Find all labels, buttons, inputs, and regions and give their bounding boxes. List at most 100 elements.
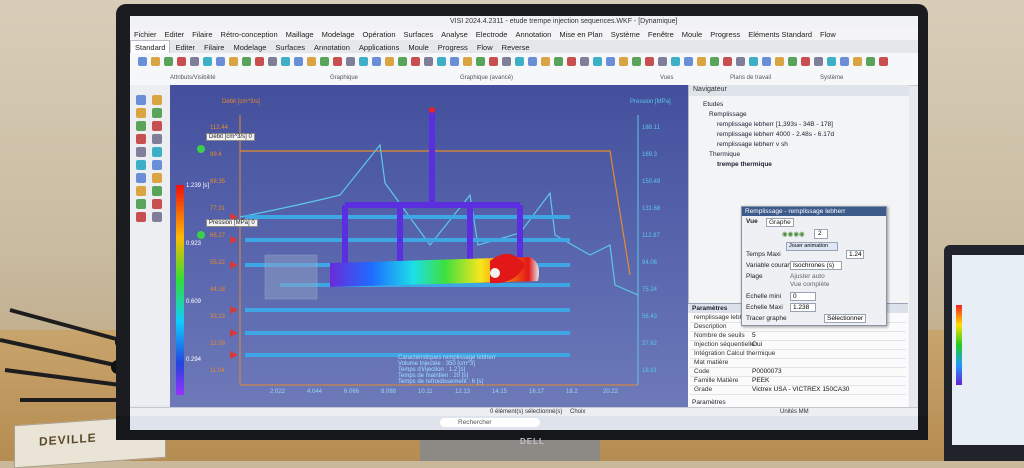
variable-select[interactable]: Isochrones (s) xyxy=(790,261,842,270)
ribbon-tool-icon[interactable] xyxy=(528,57,537,66)
ribbon-tool-icon[interactable] xyxy=(320,57,329,66)
echelle-maxi-field[interactable]: 1.238 xyxy=(790,303,816,312)
tool-icon[interactable] xyxy=(136,160,146,170)
ribbon-tool-icon[interactable] xyxy=(749,57,758,66)
menu-item[interactable]: Système xyxy=(611,30,640,39)
ribbon-tool-icon[interactable] xyxy=(801,57,810,66)
ribbon-tool-icon[interactable] xyxy=(788,57,797,66)
play-icon[interactable]: ◉◉◉◉ xyxy=(782,231,805,238)
tool-icon[interactable] xyxy=(152,186,162,196)
ribbon-tool-icon[interactable] xyxy=(632,57,641,66)
ribbon-tool-icon[interactable] xyxy=(658,57,667,66)
ribbon-tool-icon[interactable] xyxy=(736,57,745,66)
tool-icon[interactable] xyxy=(152,147,162,157)
ribbon-tool-icon[interactable] xyxy=(333,57,342,66)
ribbon-tool-icon[interactable] xyxy=(346,57,355,66)
menu-item[interactable]: Maillage xyxy=(286,30,314,39)
ribbon-tool-icon[interactable] xyxy=(827,57,836,66)
ribbon-tool-icon[interactable] xyxy=(463,57,472,66)
tool-icon[interactable] xyxy=(136,134,146,144)
ribbon-tool-icon[interactable] xyxy=(775,57,784,66)
tool-icon[interactable] xyxy=(152,95,162,105)
ribbon-tool-icon[interactable] xyxy=(385,57,394,66)
ribbon-tool-icon[interactable] xyxy=(710,57,719,66)
option-vue-complete[interactable]: Vue complète xyxy=(790,281,830,288)
menu-item[interactable]: Rétro-conception xyxy=(221,30,278,39)
tool-icon[interactable] xyxy=(136,147,146,157)
tree-item[interactable]: Etudes xyxy=(703,101,723,108)
tree-item[interactable]: Thermique xyxy=(709,151,740,158)
ribbon-tool-icon[interactable] xyxy=(476,57,485,66)
ribbon-tool-icon[interactable] xyxy=(593,57,602,66)
ribbon-tool-icon[interactable] xyxy=(372,57,381,66)
tree-item[interactable]: Remplissage xyxy=(709,111,747,118)
ribbon-tool-icon[interactable] xyxy=(853,57,862,66)
menu-item[interactable]: Modelage xyxy=(322,30,355,39)
taskbar-search[interactable]: Rechercher xyxy=(440,418,540,427)
select-button[interactable]: Sélectionner xyxy=(824,314,866,323)
temps-field[interactable]: 1.24 xyxy=(846,250,864,259)
tool-icon[interactable] xyxy=(152,199,162,209)
tool-icon[interactable] xyxy=(152,121,162,131)
ribbon-tool-icon[interactable] xyxy=(268,57,277,66)
ribbon-tool-icon[interactable] xyxy=(398,57,407,66)
menu-item[interactable]: Fenêtre xyxy=(648,30,674,39)
ribbon-tool-icon[interactable] xyxy=(723,57,732,66)
ribbon-tool-icon[interactable] xyxy=(515,57,524,66)
ribbon-tool-icon[interactable] xyxy=(255,57,264,66)
option-ajuster[interactable]: Ajuster auto xyxy=(790,273,825,280)
tool-icon[interactable] xyxy=(136,212,146,222)
tree-item[interactable]: remplissage lebherr 4000 - 2.48s - 6.17d xyxy=(717,131,834,138)
ribbon-tool-icon[interactable] xyxy=(229,57,238,66)
menu-item[interactable]: Electrode xyxy=(476,30,508,39)
ribbon-tool-icon[interactable] xyxy=(567,57,576,66)
ribbon-tool-icon[interactable] xyxy=(242,57,251,66)
tool-icon[interactable] xyxy=(152,212,162,222)
ribbon-tool-icon[interactable] xyxy=(281,57,290,66)
menu-item[interactable]: Progress xyxy=(710,30,740,39)
ribbon-tool-icon[interactable] xyxy=(606,57,615,66)
tab-vue[interactable]: Vue xyxy=(746,218,758,225)
ribbon-tool-icon[interactable] xyxy=(814,57,823,66)
tool-icon[interactable] xyxy=(152,173,162,183)
ribbon-tool-icon[interactable] xyxy=(294,57,303,66)
ribbon-tool-icon[interactable] xyxy=(840,57,849,66)
menu-item[interactable]: Eléments Standard xyxy=(748,30,812,39)
ribbon-tool-icon[interactable] xyxy=(684,57,693,66)
tree-item[interactable]: remplissage lebherr v sh xyxy=(717,141,788,148)
tool-icon[interactable] xyxy=(136,121,146,131)
ribbon-tool-icon[interactable] xyxy=(762,57,771,66)
ribbon-tool-icon[interactable] xyxy=(697,57,706,66)
ribbon-tool-icon[interactable] xyxy=(307,57,316,66)
ribbon-tool-icon[interactable] xyxy=(359,57,368,66)
tab-graphe[interactable]: Graphe xyxy=(766,218,794,227)
tool-icon[interactable] xyxy=(152,160,162,170)
ribbon-tool-icon[interactable] xyxy=(671,57,680,66)
tool-icon[interactable] xyxy=(136,199,146,209)
ribbon-tool-icon[interactable] xyxy=(645,57,654,66)
tool-icon[interactable] xyxy=(136,173,146,183)
ribbon-tool-icon[interactable] xyxy=(450,57,459,66)
menu-item[interactable]: Moule xyxy=(682,30,702,39)
menu-item[interactable]: Mise en Plan xyxy=(559,30,602,39)
ribbon-tool-icon[interactable] xyxy=(411,57,420,66)
tree-item[interactable]: remplissage lebherr [1,393s - 34B - 178] xyxy=(717,121,833,128)
ribbon-tool-icon[interactable] xyxy=(554,57,563,66)
tool-icon[interactable] xyxy=(152,108,162,118)
menu-item[interactable]: Flow xyxy=(820,30,836,39)
tool-icon[interactable] xyxy=(136,186,146,196)
tool-icon[interactable] xyxy=(152,134,162,144)
ribbon-tool-icon[interactable] xyxy=(138,57,147,66)
tool-icon[interactable] xyxy=(136,95,146,105)
menu-item[interactable]: Surfaces xyxy=(403,30,433,39)
ribbon-tool-icon[interactable] xyxy=(203,57,212,66)
ribbon-tool-icon[interactable] xyxy=(489,57,498,66)
ribbon-tool-icon[interactable] xyxy=(190,57,199,66)
ribbon-tool-icon[interactable] xyxy=(580,57,589,66)
3d-viewport[interactable]: Débit [cm^3/s] Pression [MPa] 112.44 99.4… xyxy=(170,85,688,407)
ribbon-tool-icon[interactable] xyxy=(216,57,225,66)
ribbon-tool-icon[interactable] xyxy=(164,57,173,66)
menu-item[interactable]: Analyse xyxy=(441,30,468,39)
menu-item[interactable]: Annotation xyxy=(515,30,551,39)
ribbon-tool-icon[interactable] xyxy=(541,57,550,66)
